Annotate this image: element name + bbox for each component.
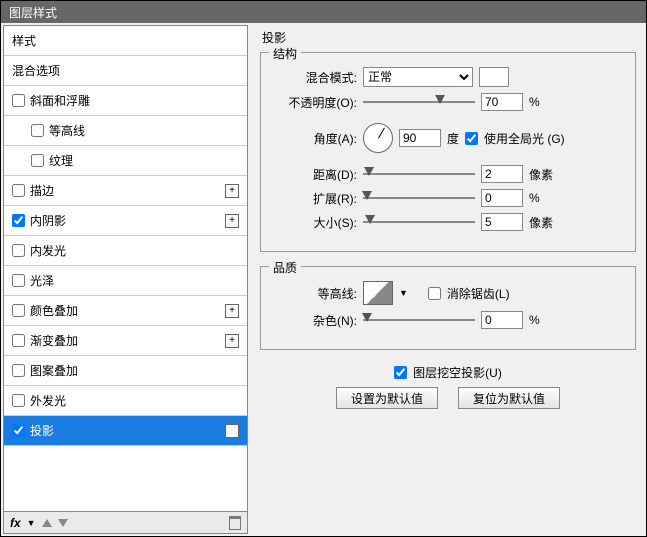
style-checkbox[interactable] — [31, 154, 44, 167]
style-label: 渐变叠加 — [30, 332, 220, 349]
styles-list: 样式 混合选项 斜面和浮雕等高线纹理描边 + 内阴影 + 内发光光泽颜色叠加 + 渐变叠加 +… — [3, 25, 248, 512]
spread-label: 扩展(R): — [271, 190, 357, 207]
structure-legend: 结构 — [269, 45, 301, 62]
style-item-7[interactable]: 颜色叠加 + — [4, 296, 247, 326]
distance-input[interactable] — [481, 165, 523, 183]
style-label: 光泽 — [30, 272, 239, 289]
style-item-4[interactable]: 内阴影 + — [4, 206, 247, 236]
style-checkbox[interactable] — [12, 424, 25, 437]
move-down-icon[interactable] — [58, 519, 68, 527]
noise-label: 杂色(N): — [271, 312, 357, 329]
opacity-label: 不透明度(O): — [271, 94, 357, 111]
style-label: 外发光 — [30, 392, 239, 409]
noise-slider[interactable] — [363, 312, 475, 328]
panel-title: 投影 — [262, 29, 634, 46]
fx-chevron-icon[interactable]: ▼ — [27, 518, 36, 528]
style-checkbox[interactable] — [12, 214, 25, 227]
size-label: 大小(S): — [271, 214, 357, 231]
blend-mode-label: 混合模式: — [271, 69, 357, 86]
set-default-button[interactable]: 设置为默认值 — [336, 387, 438, 409]
size-input[interactable] — [481, 213, 523, 231]
style-label: 内阴影 — [30, 212, 220, 229]
spread-unit: % — [529, 191, 540, 205]
antialias-checkbox[interactable] — [428, 287, 441, 300]
options-panel: 投影 结构 混合模式: 正常 不透明度(O): % 角度(A): — [252, 25, 644, 534]
add-effect-icon[interactable]: + — [225, 334, 239, 348]
style-checkbox[interactable] — [12, 304, 25, 317]
style-label: 描边 — [30, 182, 220, 199]
opacity-input[interactable] — [481, 93, 523, 111]
style-label: 斜面和浮雕 — [30, 92, 239, 109]
noise-input[interactable] — [481, 311, 523, 329]
knockout-checkbox[interactable] — [394, 366, 407, 379]
style-item-10[interactable]: 外发光 — [4, 386, 247, 416]
angle-dial[interactable] — [363, 123, 393, 153]
opacity-slider[interactable] — [363, 94, 475, 110]
add-effect-icon[interactable]: + — [225, 184, 239, 198]
angle-input[interactable] — [399, 129, 441, 147]
left-column: 样式 混合选项 斜面和浮雕等高线纹理描边 + 内阴影 + 内发光光泽颜色叠加 + 渐变叠加 +… — [3, 25, 248, 534]
style-item-1[interactable]: 等高线 — [4, 116, 247, 146]
style-checkbox[interactable] — [12, 394, 25, 407]
add-effect-icon[interactable]: + — [225, 214, 239, 228]
knockout-label: 图层挖空投影(U) — [413, 364, 502, 381]
trash-icon[interactable] — [229, 516, 241, 530]
style-item-11[interactable]: 投影 + — [4, 416, 247, 446]
style-label: 内发光 — [30, 242, 239, 259]
reset-default-button[interactable]: 复位为默认值 — [458, 387, 560, 409]
size-slider[interactable] — [363, 214, 475, 230]
style-item-0[interactable]: 斜面和浮雕 — [4, 86, 247, 116]
style-label: 等高线 — [49, 122, 239, 139]
window-title: 图层样式 — [9, 6, 57, 20]
style-checkbox[interactable] — [12, 274, 25, 287]
style-checkbox[interactable] — [12, 364, 25, 377]
size-unit: 像素 — [529, 214, 553, 231]
style-item-2[interactable]: 纹理 — [4, 146, 247, 176]
quality-legend: 品质 — [269, 259, 301, 276]
style-checkbox[interactable] — [12, 244, 25, 257]
angle-label: 角度(A): — [271, 130, 357, 147]
spread-slider[interactable] — [363, 190, 475, 206]
structure-group: 结构 混合模式: 正常 不透明度(O): % 角度(A): 度 — [260, 52, 636, 252]
layer-style-dialog: 图层样式 样式 混合选项 斜面和浮雕等高线纹理描边 + 内阴影 + 内发光光泽颜色叠加 +… — [0, 0, 647, 537]
fx-menu[interactable]: fx — [10, 516, 21, 530]
contour-picker[interactable] — [363, 281, 393, 305]
style-item-9[interactable]: 图案叠加 — [4, 356, 247, 386]
styles-footer: fx ▼ — [3, 512, 248, 534]
distance-unit: 像素 — [529, 166, 553, 183]
blend-options-header[interactable]: 混合选项 — [4, 56, 247, 86]
shadow-color-swatch[interactable] — [479, 67, 509, 87]
blend-mode-select[interactable]: 正常 — [363, 67, 473, 87]
dialog-body: 样式 混合选项 斜面和浮雕等高线纹理描边 + 内阴影 + 内发光光泽颜色叠加 + 渐变叠加 +… — [1, 23, 646, 536]
distance-slider[interactable] — [363, 166, 475, 182]
move-up-icon[interactable] — [42, 519, 52, 527]
style-item-5[interactable]: 内发光 — [4, 236, 247, 266]
noise-unit: % — [529, 313, 540, 327]
quality-group: 品质 等高线: ▼ 消除锯齿(L) 杂色(N): % — [260, 266, 636, 350]
opacity-unit: % — [529, 95, 540, 109]
add-effect-icon[interactable]: + — [225, 304, 239, 318]
global-light-checkbox[interactable] — [465, 132, 478, 145]
contour-chevron-icon[interactable]: ▼ — [399, 288, 408, 298]
spread-input[interactable] — [481, 189, 523, 207]
contour-label: 等高线: — [271, 285, 357, 302]
style-label: 纹理 — [49, 152, 239, 169]
style-label: 投影 — [30, 422, 220, 439]
antialias-label: 消除锯齿(L) — [447, 285, 510, 302]
angle-unit: 度 — [447, 130, 459, 147]
add-effect-icon[interactable]: + — [225, 424, 239, 438]
style-checkbox[interactable] — [12, 94, 25, 107]
styles-header[interactable]: 样式 — [4, 26, 247, 56]
style-item-6[interactable]: 光泽 — [4, 266, 247, 296]
style-label: 颜色叠加 — [30, 302, 220, 319]
style-item-8[interactable]: 渐变叠加 + — [4, 326, 247, 356]
global-light-label: 使用全局光 (G) — [484, 130, 565, 147]
style-item-3[interactable]: 描边 + — [4, 176, 247, 206]
style-checkbox[interactable] — [31, 124, 44, 137]
style-label: 图案叠加 — [30, 362, 239, 379]
style-checkbox[interactable] — [12, 334, 25, 347]
style-checkbox[interactable] — [12, 184, 25, 197]
titlebar[interactable]: 图层样式 — [1, 1, 646, 23]
distance-label: 距离(D): — [271, 166, 357, 183]
